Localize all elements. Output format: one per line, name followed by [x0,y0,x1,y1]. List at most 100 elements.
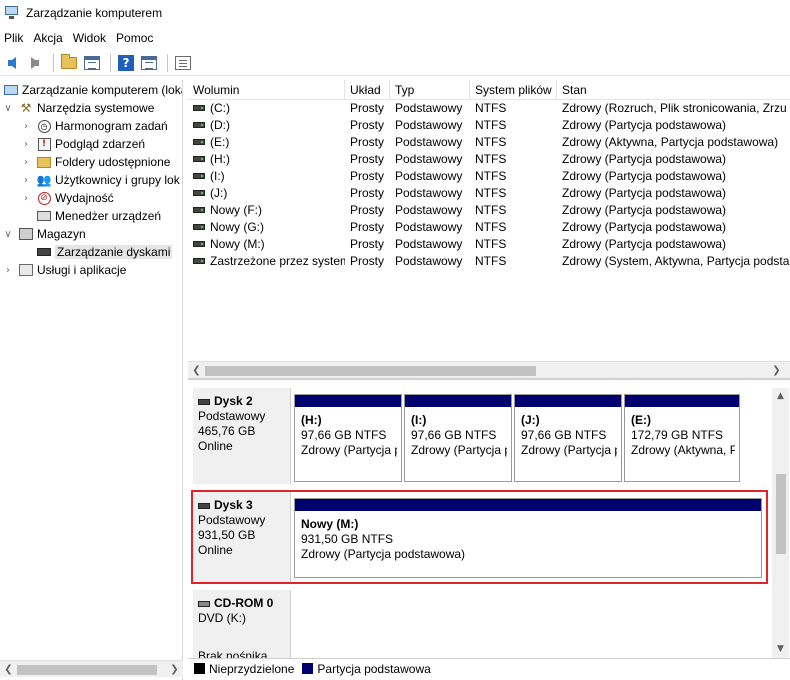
tree-item-storage[interactable]: ∨ Magazyn [2,225,85,243]
status-cell: Zdrowy (Partycja podstawowa) [562,151,790,168]
volume-row[interactable]: Zastrzeżone przez system Prosty Podstawowy… [188,253,790,270]
volume-drive-icon [193,155,205,162]
forward-button[interactable] [25,53,45,73]
tree-item-services-applications[interactable]: › Usługi i aplikacje [2,261,126,279]
menu-file[interactable]: Plik [0,31,29,45]
menu-help[interactable]: Pomoc [110,31,159,45]
cell-text: Zdrowy (Partycja podstawowa) [562,203,727,217]
menu-action[interactable]: Akcja [27,31,68,45]
cell-text: Zastrzeżone przez system [210,254,345,268]
storage-icon [18,226,34,242]
show-console-tree-button[interactable] [82,53,102,73]
services-icon [18,262,34,278]
hard-disk-icon [198,398,210,405]
tree-item-disk-management[interactable]: Zarządzanie dyskami [20,243,173,261]
column-header-type[interactable]: Typ [390,80,470,100]
cell-text: Zdrowy (Rozruch, Plik stronicowania, Zrz… [562,101,787,115]
tree-item-performance[interactable]: › ⊘ Wydajność [20,189,114,207]
column-header-file-system[interactable]: System plików [470,80,557,100]
volume-name-cell: (D:) [193,117,345,134]
scroll-down-arrow-icon[interactable]: ▼ [772,641,789,658]
collapse-chevron-icon[interactable]: ∨ [2,103,14,114]
volume-row[interactable]: (H:) Prosty Podstawowy NTFS Zdrowy (Partycja… [188,151,790,168]
layout-cell: Prosty [350,253,392,270]
tree-item-system-tools[interactable]: ∨ ⚒ Narzędzia systemowe [2,99,154,117]
cell-text: NTFS [475,169,507,183]
expand-chevron-icon[interactable]: › [20,193,32,204]
expand-chevron-icon[interactable]: › [20,175,32,186]
status-cell: Zdrowy (Partycja podstawowa) [562,185,790,202]
cell-text: Podstawowy [395,237,463,251]
tree-item-task-scheduler[interactable]: › ◷ Harmonogram zadań [20,117,168,135]
disk-view-vertical-scrollbar[interactable]: ▲ ▼ [772,388,789,658]
scroll-right-arrow-icon[interactable]: ❯ [768,362,785,378]
file-system-cell: NTFS [475,236,560,253]
cell-text: Zdrowy (Aktywna, Partycja podstawowa) [562,135,779,149]
volume-name-cell: Nowy (F:) [193,202,345,219]
partition-h[interactable]: (H:) 97,66 GB NTFS Zdrowy (Partycja p [294,394,402,482]
cdrom-0-row[interactable]: CD-ROM 0 DVD (K:) Brak nośnika [193,590,769,658]
disk-2-row[interactable]: Dysk 2 Podstawowy 465,76 GB Online (H:) 9… [193,388,769,484]
cell-text: Zdrowy (Partycja podstawowa) [562,237,727,251]
scrollbar-thumb[interactable] [17,665,157,675]
menu-view[interactable]: Widok [67,31,112,45]
scroll-left-arrow-icon[interactable]: ❮ [188,362,205,378]
tree-item-computer-management[interactable]: Zarządzanie komputerem (loka [3,81,182,99]
cell-text: Zdrowy (System, Aktywna, Partycja podsta [562,254,790,268]
volume-row[interactable]: Nowy (F:) Prosty Podstawowy NTFS Zdrowy (Par… [188,202,790,219]
cell-text: (H:) [210,152,230,166]
cell-text: Prosty [350,118,385,132]
column-header-status[interactable]: Stan [557,80,790,100]
volume-row[interactable]: Nowy (G:) Prosty Podstawowy NTFS Zdrowy (Par… [188,219,790,236]
cell-text: Zdrowy (Partycja podstawowa) [562,186,727,200]
scroll-right-arrow-icon[interactable]: ❯ [166,661,183,678]
tree-item-device-manager[interactable]: Menedżer urządzeń [20,207,161,225]
tree-item-shared-folders[interactable]: › Foldery udostępnione [20,153,170,171]
cell-text: Prosty [350,101,385,115]
scrollbar-thumb[interactable] [776,474,786,554]
partition-j[interactable]: (J:) 97,66 GB NTFS Zdrowy (Partycja p [514,394,622,482]
back-button[interactable] [2,53,22,73]
help-button[interactable]: ? [116,53,136,73]
toolbar-separator [110,53,111,72]
cell-text: Prosty [350,135,385,149]
tree-horizontal-scrollbar[interactable]: ❮ ❯ [0,660,183,677]
properties-button[interactable] [173,53,193,73]
expand-chevron-icon[interactable]: › [20,121,32,132]
partition-name: (H:) [301,413,322,427]
volume-list-horizontal-scrollbar[interactable]: ❮ ❯ [188,361,790,378]
expand-chevron-icon[interactable]: › [20,157,32,168]
scrollbar-thumb[interactable] [205,366,536,376]
volume-row[interactable]: (J:) Prosty Podstawowy NTFS Zdrowy (Partycja… [188,185,790,202]
up-folder-button[interactable] [59,53,79,73]
menu-bar: Plik Akcja Widok Pomoc [0,27,790,49]
scroll-up-arrow-icon[interactable]: ▲ [772,388,789,405]
legend-label: Partycja podstawowa [317,661,431,676]
scroll-left-arrow-icon[interactable]: ❮ [0,661,17,678]
expand-chevron-icon[interactable]: › [2,265,14,276]
volume-row[interactable]: (C:) Prosty Podstawowy NTFS Zdrowy (Rozruch,… [188,100,790,117]
column-header-volume[interactable]: Wolumin [188,80,345,100]
volume-row[interactable]: Nowy (M:) Prosty Podstawowy NTFS Zdrowy (Par… [188,236,790,253]
disk-2-info[interactable]: Dysk 2 Podstawowy 465,76 GB Online [193,388,291,484]
cdrom-0-info[interactable]: CD-ROM 0 DVD (K:) Brak nośnika [193,590,291,658]
cell-text: Podstawowy [395,118,463,132]
partition-i[interactable]: (I:) 97,66 GB NTFS Zdrowy (Partycja p [404,394,512,482]
expand-chevron-icon[interactable]: › [20,139,32,150]
partition-size: 172,79 GB NTFS [631,428,724,442]
volume-name-cell: (I:) [193,168,345,185]
volume-row[interactable]: (I:) Prosty Podstawowy NTFS Zdrowy (Partycja… [188,168,790,185]
tree-item-event-viewer[interactable]: › ! Podgląd zdarzeń [20,135,145,153]
collapse-chevron-icon[interactable]: ∨ [2,229,14,240]
cell-text: Nowy (G:) [210,220,264,234]
column-header-layout[interactable]: Układ [345,80,390,100]
volume-row[interactable]: (D:) Prosty Podstawowy NTFS Zdrowy (Partycja… [188,117,790,134]
partition-e[interactable]: (E:) 172,79 GB NTFS Zdrowy (Aktywna, P [624,394,740,482]
type-cell: Podstawowy [395,202,473,219]
partition-status: Zdrowy (Partycja p [411,443,507,457]
action-pane-button[interactable] [139,53,159,73]
performance-icon: ⊘ [36,190,52,206]
tree-item-local-users[interactable]: › 👥 Użytkownicy i grupy lok [20,171,180,189]
volume-row[interactable]: (E:) Prosty Podstawowy NTFS Zdrowy (Aktywna,… [188,134,790,151]
